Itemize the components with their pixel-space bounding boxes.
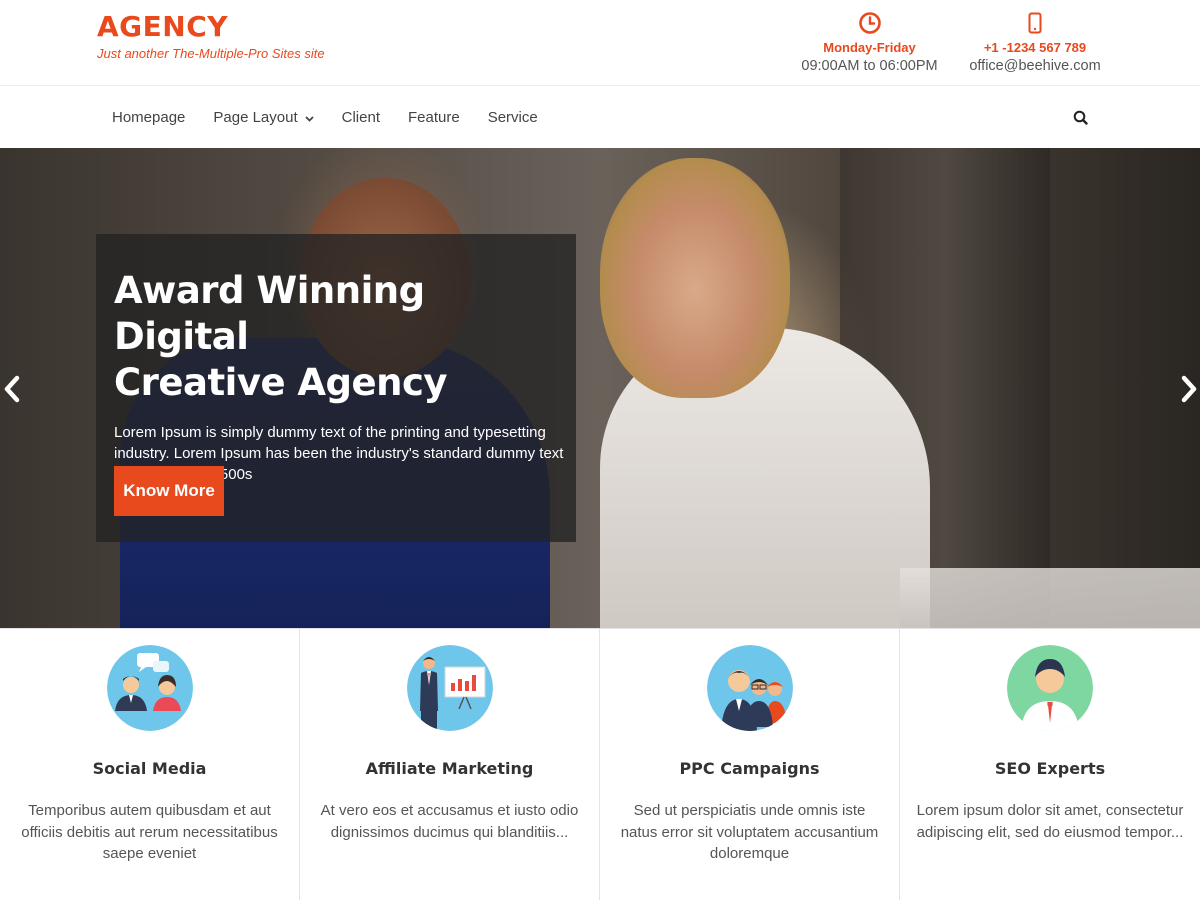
contact-hours: Monday-Friday 09:00AM to 06:00PM (797, 10, 942, 74)
site-tagline: Just another The-Multiple-Pro Sites site (97, 46, 325, 61)
nav-item-client[interactable]: Client (328, 109, 394, 126)
nav-item-label: Homepage (112, 109, 186, 126)
services-section: Social Media Temporibus autem quibusdam … (0, 628, 1200, 900)
slider-next-icon[interactable] (1177, 374, 1200, 404)
phone-number[interactable]: +1 -1234 567 789 (965, 40, 1105, 55)
nav-item-homepage[interactable]: Homepage (98, 109, 199, 126)
hero-title-line2: Creative Agency (114, 361, 448, 404)
service-title[interactable]: SEO Experts (900, 759, 1200, 778)
search-icon[interactable] (1072, 109, 1090, 127)
social-media-icon (106, 645, 193, 731)
hero-slider: Award Winning Digital Creative Agency Lo… (0, 148, 1200, 628)
service-title[interactable]: Social Media (0, 759, 299, 778)
service-card: Social Media Temporibus autem quibusdam … (0, 629, 300, 900)
hero-title-line1: Award Winning Digital (114, 269, 425, 358)
chevron-down-icon (305, 109, 314, 126)
service-card: Affiliate Marketing At vero eos et accus… (300, 629, 600, 900)
nav-item-label: Feature (408, 109, 460, 126)
nav-item-page-layout[interactable]: Page Layout (199, 109, 327, 126)
hero-photo-woman-head (600, 158, 790, 398)
nav-menu: Homepage Page Layout Client Feature Serv… (98, 87, 552, 148)
hero-caption: Award Winning Digital Creative Agency Lo… (96, 234, 576, 542)
ppc-campaigns-icon (706, 645, 793, 731)
service-description: At vero eos et accusamus et iusto odio d… (320, 802, 579, 841)
affiliate-marketing-icon (406, 645, 493, 731)
site-brand[interactable]: AGENCY Just another The-Multiple-Pro Sit… (97, 10, 325, 61)
mobile-phone-icon (965, 10, 1105, 36)
site-header: AGENCY Just another The-Multiple-Pro Sit… (0, 0, 1200, 86)
service-card: SEO Experts Lorem ipsum dolor sit amet, … (900, 629, 1200, 900)
know-more-button[interactable]: Know More (114, 466, 224, 516)
nav-item-label: Service (487, 109, 538, 126)
service-description: Lorem ipsum dolor sit amet, consectetur … (916, 802, 1184, 841)
contact-phone: +1 -1234 567 789 office@beehive.com (965, 10, 1105, 74)
hero-photo-desk (900, 568, 1200, 628)
service-title[interactable]: Affiliate Marketing (300, 759, 599, 778)
nav-item-feature[interactable]: Feature (394, 109, 474, 126)
seo-experts-icon (1007, 645, 1093, 731)
slider-prev-icon[interactable] (0, 374, 24, 404)
nav-item-label: Page Layout (213, 109, 298, 126)
main-nav: Homepage Page Layout Client Feature Serv… (0, 87, 1200, 148)
clock-icon (797, 10, 942, 36)
hours-value: 09:00AM to 06:00PM (801, 58, 938, 74)
nav-item-label: Client (341, 109, 380, 126)
email-address[interactable]: office@beehive.com (965, 58, 1105, 74)
service-card: PPC Campaigns Sed ut perspiciatis unde o… (600, 629, 900, 900)
site-title[interactable]: AGENCY (97, 10, 325, 44)
nav-item-service[interactable]: Service (474, 109, 552, 126)
hours-label: Monday-Friday (823, 40, 916, 55)
service-description: Sed ut perspiciatis unde omnis iste natu… (620, 802, 879, 862)
hero-title: Award Winning Digital Creative Agency (114, 268, 558, 406)
service-description: Temporibus autem quibusdam et aut offici… (21, 802, 278, 862)
service-title[interactable]: PPC Campaigns (600, 759, 899, 778)
